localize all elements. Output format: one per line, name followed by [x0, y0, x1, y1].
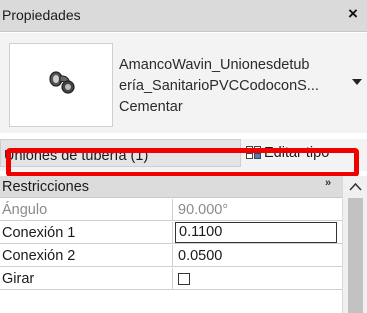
property-row-conexion-2[interactable]: Conexión 2 0.0500	[0, 245, 342, 267]
instance-filter-label: Uniones de tubería (1)	[4, 148, 149, 164]
type-selector[interactable]: AmancoWavin_Unionesdetub ería_SanitarioP…	[0, 33, 367, 133]
type-name: AmancoWavin_Unionesdetub ería_SanitarioP…	[119, 55, 351, 118]
property-name: Conexión 2	[0, 245, 173, 267]
chevron-down-icon[interactable]	[350, 75, 364, 89]
property-value: 90.000°	[178, 202, 229, 218]
girar-checkbox[interactable]	[178, 273, 190, 285]
properties-grid: Restricciones » Ángulo 90.000° Conexión …	[0, 176, 342, 313]
property-row-conexion-1[interactable]: Conexión 1 0.1100	[0, 222, 342, 244]
scrollbar-thumb[interactable]	[348, 198, 363, 313]
edit-type-button[interactable]: Editar tipo	[244, 140, 367, 166]
panel-title: Propiedades	[2, 7, 81, 23]
properties-titlebar: Propiedades ×	[0, 0, 367, 32]
scroll-up-icon[interactable]	[349, 182, 362, 192]
instance-filter-row: Uniones de tubería (1) Editar tipo	[0, 139, 367, 171]
type-name-line: AmancoWavin_Unionesdetub	[119, 57, 310, 73]
property-name: Girar	[0, 268, 173, 290]
pipe-elbow-fitting-icon	[49, 71, 75, 94]
property-row-girar[interactable]: Girar	[0, 268, 342, 290]
edit-type-label: Editar tipo	[264, 145, 330, 161]
type-thumbnail	[9, 43, 113, 127]
properties-scrollbar[interactable]	[342, 176, 367, 313]
type-name-line: Cementar	[119, 99, 183, 115]
category-header-restricciones[interactable]: Restricciones »	[0, 176, 342, 198]
close-icon[interactable]: ×	[345, 5, 361, 23]
category-label: Restricciones	[2, 179, 90, 195]
collapse-icon[interactable]: »	[325, 177, 331, 189]
property-row-angulo: Ángulo 90.000°	[0, 199, 342, 221]
property-value[interactable]: 0.0500	[174, 245, 342, 267]
instance-filter-dropdown[interactable]: Uniones de tubería (1)	[0, 139, 241, 167]
property-name: Ángulo	[0, 199, 173, 221]
type-name-line: ería_SanitarioPVCCodoconS...	[119, 78, 319, 94]
edit-type-icon	[246, 146, 261, 159]
property-name: Conexión 1	[0, 222, 173, 244]
property-value	[174, 268, 342, 290]
property-value-input[interactable]: 0.1100	[175, 222, 337, 243]
